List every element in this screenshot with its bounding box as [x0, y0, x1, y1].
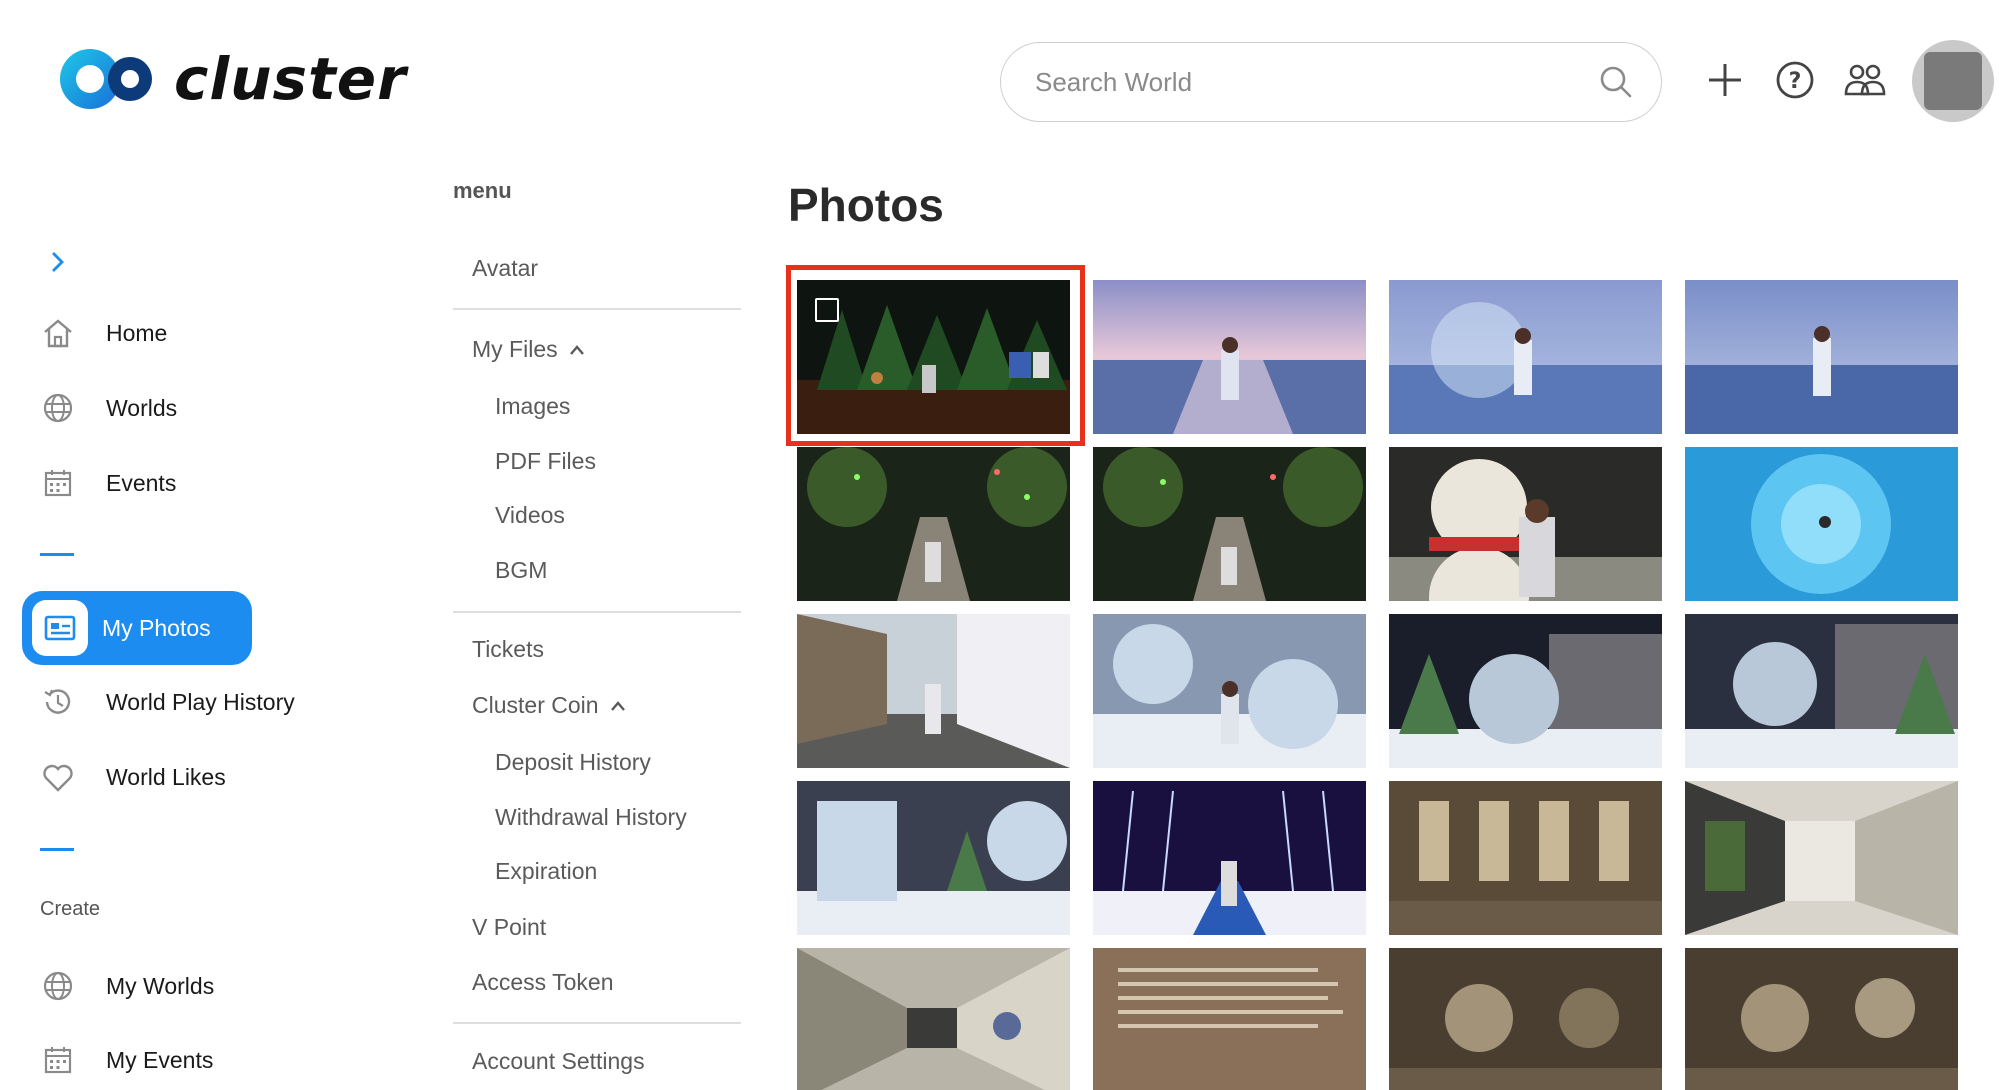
- page-title: Photos: [788, 179, 944, 231]
- nav-label: Worlds: [106, 394, 178, 421]
- menu-title: menu: [453, 178, 512, 203]
- history-icon: [44, 689, 71, 714]
- svg-text:?: ?: [1789, 69, 1802, 94]
- plus-icon[interactable]: [1703, 58, 1747, 102]
- photo-thumbnail[interactable]: [797, 614, 1070, 768]
- nav-item-world-likes[interactable]: World Likes: [40, 757, 226, 797]
- photo-thumbnail[interactable]: [1685, 447, 1958, 601]
- nav-item-my-worlds[interactable]: My Worlds: [40, 966, 214, 1006]
- photo-thumbnail[interactable]: [1093, 781, 1366, 935]
- search-icon[interactable]: [1599, 65, 1633, 99]
- photo-thumbnail[interactable]: [1389, 781, 1662, 935]
- photo-thumbnail[interactable]: [1093, 614, 1366, 768]
- selected-photo-highlight: [786, 265, 1085, 446]
- menu-item-videos[interactable]: Videos: [495, 502, 565, 529]
- calendar-icon: [44, 470, 72, 497]
- nav-divider: [40, 553, 74, 556]
- photo-thumbnail[interactable]: [1685, 280, 1958, 434]
- photo-select-checkbox[interactable]: [815, 298, 839, 322]
- photo-thumbnail[interactable]: [1389, 614, 1662, 768]
- menu-separator: [453, 1022, 741, 1024]
- heart-icon: [43, 764, 73, 792]
- menu-item-images[interactable]: Images: [495, 393, 570, 420]
- photo-icon-box: [32, 600, 88, 656]
- menu-item-expiration[interactable]: Expiration: [495, 858, 597, 885]
- photo-icon: [44, 615, 76, 641]
- menu-item-avatar[interactable]: Avatar: [472, 255, 538, 282]
- nav-label: My Photos: [102, 614, 211, 641]
- chevron-up-icon: [610, 700, 625, 711]
- photo-thumbnail[interactable]: [1093, 280, 1366, 434]
- nav-label: My Events: [106, 1046, 214, 1073]
- chevron-right-icon[interactable]: [48, 248, 68, 276]
- menu-item-tickets[interactable]: Tickets: [472, 636, 544, 663]
- nav-label: Home: [106, 319, 168, 346]
- menu-item-withdrawal-history[interactable]: Withdrawal History: [495, 804, 687, 831]
- menu-item-pdf-files[interactable]: PDF Files: [495, 448, 596, 475]
- nav-item-worlds[interactable]: Worlds: [40, 388, 177, 428]
- photo-thumbnail[interactable]: [1093, 948, 1366, 1090]
- cluster-logo-icon: [60, 49, 152, 109]
- menu-label: My Files: [472, 336, 558, 362]
- nav-item-events[interactable]: Events: [40, 463, 176, 503]
- photo-thumbnail[interactable]: [1389, 948, 1662, 1090]
- nav-divider: [40, 848, 74, 851]
- menu-item-v-point[interactable]: V Point: [472, 914, 546, 941]
- menu-item-deposit-history[interactable]: Deposit History: [495, 749, 651, 776]
- avatar-image: [1924, 52, 1982, 110]
- nav-item-home[interactable]: Home: [40, 313, 167, 353]
- calendar-icon: [44, 1047, 72, 1074]
- photo-thumbnail[interactable]: [1685, 614, 1958, 768]
- photo-thumbnail[interactable]: [797, 447, 1070, 601]
- user-avatar[interactable]: [1912, 40, 1994, 122]
- globe-icon: [43, 393, 73, 423]
- friends-icon[interactable]: [1843, 58, 1887, 102]
- photo-thumbnail[interactable]: [1685, 948, 1958, 1090]
- home-icon: [44, 319, 72, 348]
- nav-item-my-events[interactable]: My Events: [40, 1040, 213, 1080]
- cluster-logo[interactable]: cluster: [56, 44, 407, 114]
- menu-item-access-token[interactable]: Access Token: [472, 969, 613, 996]
- cluster-logo-text: cluster: [174, 45, 407, 113]
- menu-item-my-files[interactable]: My Files: [472, 336, 586, 363]
- nav-label: Events: [106, 469, 177, 496]
- menu-item-account-settings[interactable]: Account Settings: [472, 1048, 645, 1075]
- search-input[interactable]: [1035, 66, 1599, 98]
- nav-item-my-photos[interactable]: My Photos: [22, 591, 252, 665]
- nav-label: World Likes: [106, 763, 226, 790]
- photo-thumbnail[interactable]: [1389, 280, 1662, 434]
- photo-thumbnail[interactable]: [797, 781, 1070, 935]
- menu-item-cluster-coin[interactable]: Cluster Coin: [472, 692, 627, 719]
- search-bar[interactable]: [1000, 42, 1662, 122]
- photo-thumbnail[interactable]: [1685, 781, 1958, 935]
- nav-item-world-play-history[interactable]: World Play History: [40, 682, 295, 722]
- chevron-up-icon: [569, 344, 584, 355]
- menu-separator: [453, 308, 741, 310]
- photo-thumbnail[interactable]: [1093, 447, 1366, 601]
- help-icon[interactable]: ?: [1773, 58, 1817, 102]
- globe-icon: [43, 971, 73, 1001]
- nav-label: My Worlds: [106, 972, 215, 999]
- nav-label: World Play History: [106, 688, 295, 715]
- create-section-label: Create: [40, 898, 101, 920]
- menu-item-bgm[interactable]: BGM: [495, 557, 547, 584]
- menu-label: Cluster Coin: [472, 692, 599, 718]
- photo-thumbnail[interactable]: [797, 948, 1070, 1090]
- photo-thumbnail[interactable]: [1389, 447, 1662, 601]
- menu-separator: [453, 611, 741, 613]
